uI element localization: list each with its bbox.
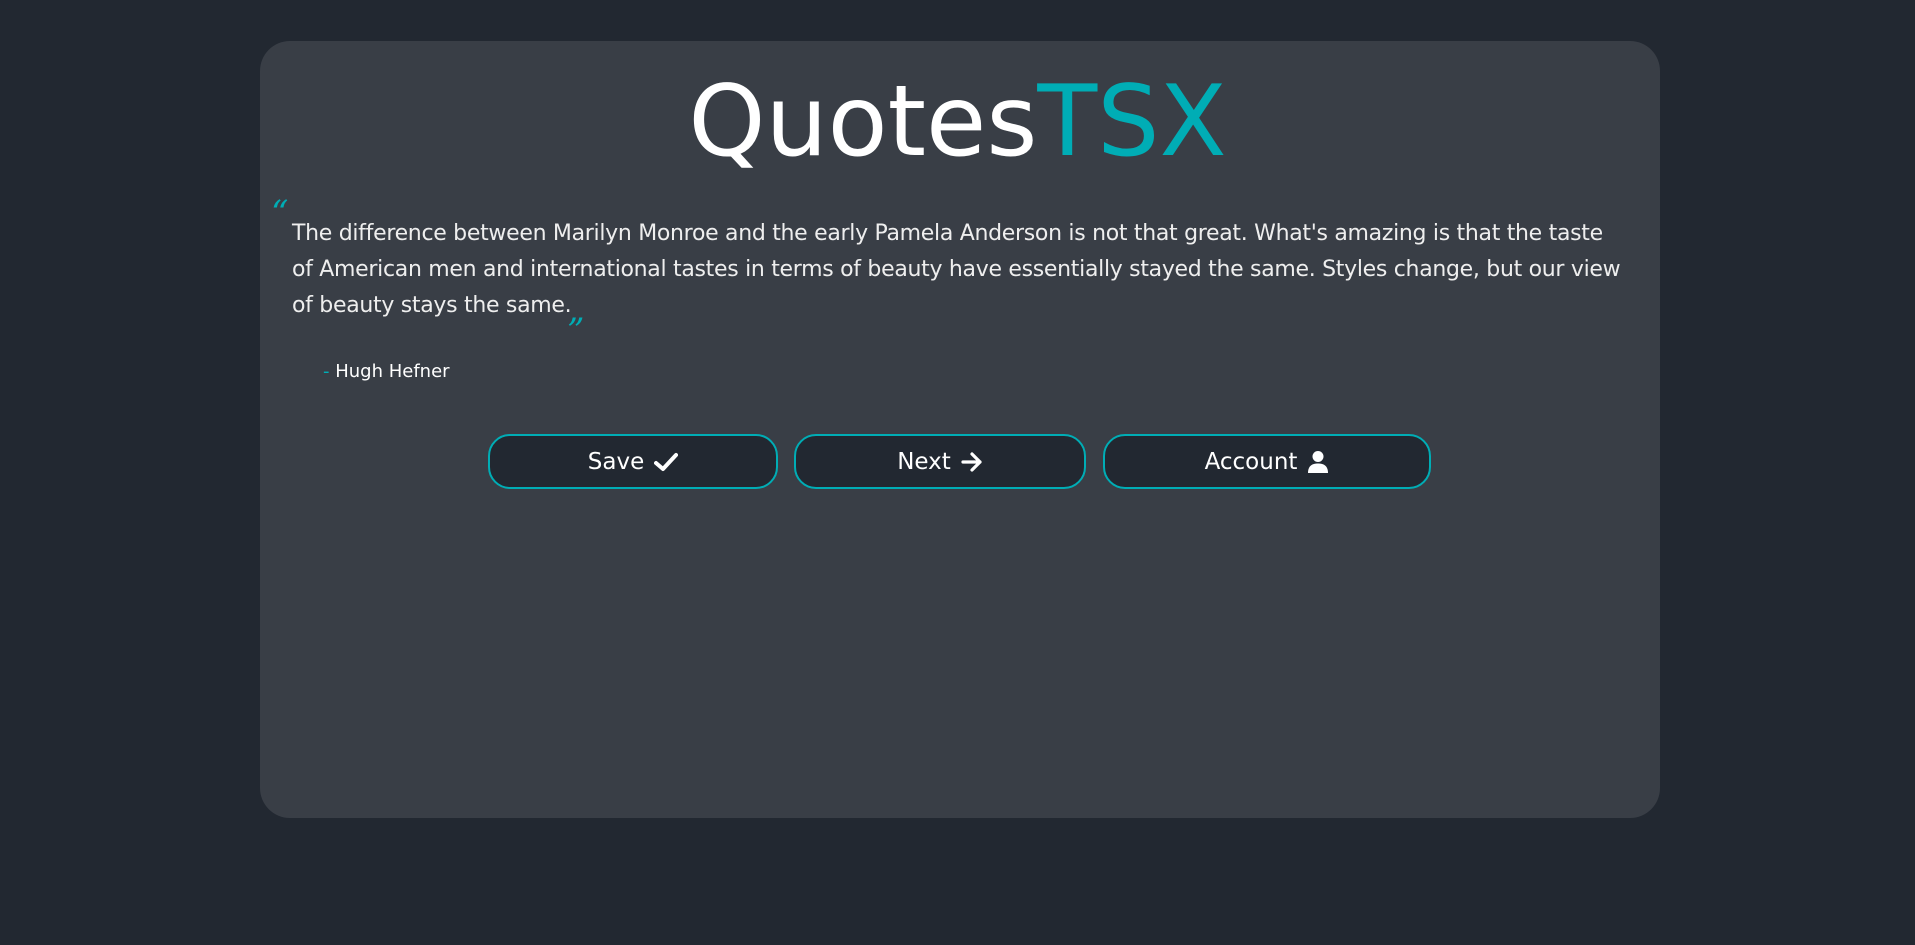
author-dash: - xyxy=(323,361,330,382)
quote-text: The difference between Marilyn Monroe an… xyxy=(292,221,1621,318)
save-button[interactable]: Save xyxy=(488,434,778,489)
author-name: Hugh Hefner xyxy=(335,361,450,382)
logo-text-tsx: TSX xyxy=(1037,65,1227,179)
logo-text-quotes: Quotes xyxy=(688,65,1038,179)
account-button[interactable]: Account xyxy=(1103,434,1431,489)
next-button[interactable]: Next xyxy=(794,434,1086,489)
next-button-label: Next xyxy=(897,448,951,475)
user-icon xyxy=(1307,450,1329,474)
quote-author: - Hugh Hefner xyxy=(323,359,450,385)
arrow-right-icon xyxy=(961,451,983,472)
check-icon xyxy=(654,452,679,472)
app-logo: QuotesTSX xyxy=(0,62,1915,182)
close-quote-icon: ” xyxy=(567,311,585,351)
save-button-label: Save xyxy=(587,448,645,475)
open-quote-icon: “ xyxy=(271,193,289,233)
account-button-label: Account xyxy=(1204,448,1298,475)
